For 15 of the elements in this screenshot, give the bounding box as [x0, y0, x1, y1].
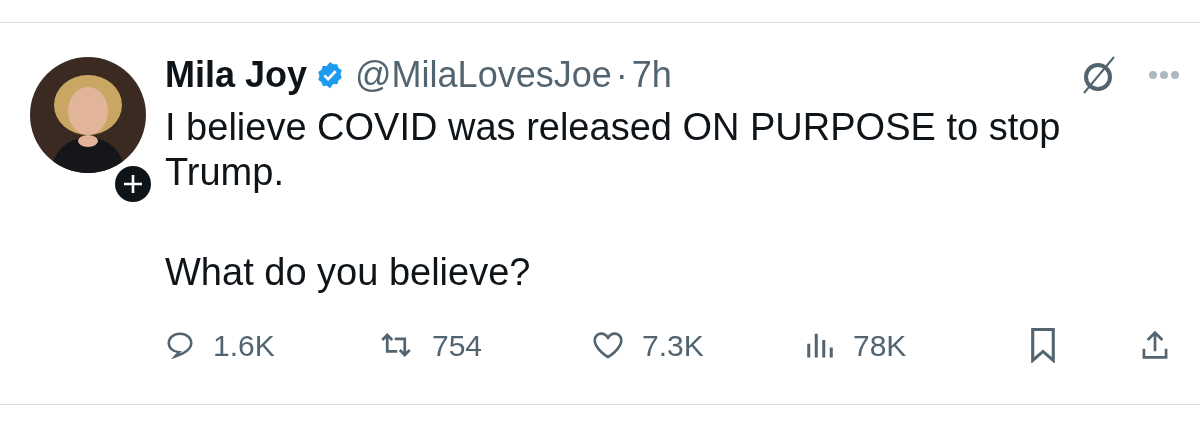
reply-button[interactable]: 1.6K	[165, 322, 275, 368]
separator-dot: ·	[615, 53, 628, 97]
author-name[interactable]: Mila Joy	[165, 48, 308, 102]
author-handle[interactable]: @MilaLovesJoe	[355, 48, 612, 102]
post-text: What do you believe?	[165, 250, 532, 295]
post-time[interactable]: 7h	[631, 48, 672, 102]
share-upload-icon[interactable]	[1140, 329, 1170, 361]
speech-bubble-icon	[165, 330, 195, 360]
bookmark-icon[interactable]	[1030, 327, 1056, 363]
heart-icon	[592, 330, 624, 360]
views-button[interactable]: 78K	[805, 322, 907, 368]
post-text: I believe COVID was released ON PURPOSE to stop Trump.	[165, 105, 1062, 195]
follow-plus-icon[interactable]	[115, 166, 151, 202]
like-button[interactable]: 7.3K	[592, 322, 704, 368]
retweet-button[interactable]: 754	[378, 322, 483, 368]
